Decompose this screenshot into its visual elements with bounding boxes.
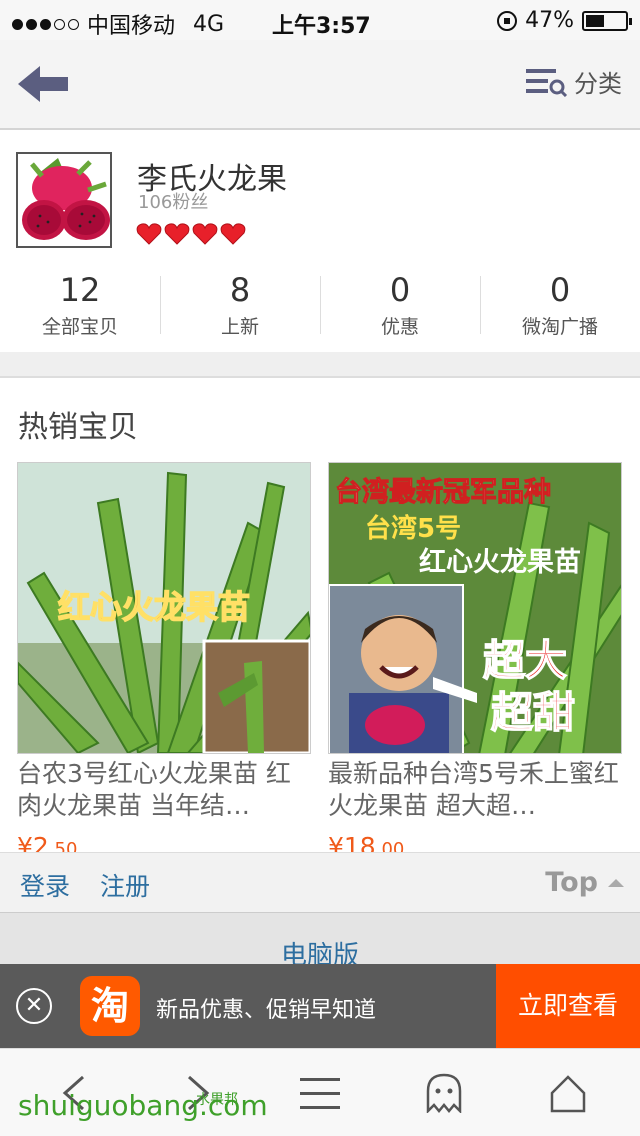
product-card[interactable]: 红心火龙果苗 台农3号红心火龙果苗 红肉火龙果苗 当年结… ¥2.50 — [17, 462, 311, 852]
dragon-fruit-image — [18, 154, 110, 246]
heart-icon — [192, 223, 218, 245]
product-card[interactable]: 台湾最新冠军品种 台湾5号 红心火龙果苗 超大 超甜 最新品种台湾5号禾上蜜红火… — [328, 462, 622, 852]
hot-items-section: 热销宝贝 红心火龙果苗 台农3号红心火龙果苗 红肉火龙果苗 当年结… ¥2.50… — [0, 376, 640, 852]
close-icon[interactable]: ✕ — [16, 988, 52, 1024]
stat-all-items[interactable]: 12 全部宝贝 — [0, 270, 160, 340]
login-link[interactable]: 登录 — [20, 867, 70, 903]
register-link[interactable]: 注册 — [100, 867, 150, 903]
price-decimal: .50 — [48, 839, 78, 852]
category-label: 分类 — [574, 70, 622, 98]
price-decimal: .00 — [375, 839, 405, 852]
image-caption-seedling: 红心火龙果苗 — [419, 546, 581, 578]
battery-percent: 47% — [525, 8, 574, 33]
product-price: ¥2.50 — [17, 832, 311, 852]
image-caption-big: 超大 — [483, 636, 567, 685]
image-caption-headline: 台湾最新冠军品种 — [335, 476, 551, 508]
stat-value: 8 — [229, 271, 251, 309]
footer-links: 登录 注册 Top — [0, 852, 640, 912]
tabs-button[interactable] — [418, 1067, 470, 1119]
back-to-top-button[interactable]: Top — [545, 867, 624, 898]
heart-icon — [136, 223, 162, 245]
stat-label: 全部宝贝 — [41, 316, 118, 338]
price-main: ¥18 — [328, 832, 376, 852]
clock: 上午3:57 — [272, 14, 371, 39]
menu-button[interactable] — [294, 1067, 346, 1119]
network-label: 4G — [193, 11, 225, 37]
product-title[interactable]: 台农3号红心火龙果苗 红肉火龙果苗 当年结… — [17, 758, 311, 822]
back-arrow-icon — [18, 66, 68, 102]
section-title: 热销宝贝 — [18, 410, 138, 445]
product-image[interactable]: 红心火龙果苗 — [17, 462, 311, 754]
app-download-banner: ✕ 淘 新品优惠、促销早知道 立即查看 — [0, 964, 640, 1048]
shop-logo[interactable] — [16, 152, 112, 248]
stat-label: 上新 — [220, 316, 259, 338]
shop-header: 李氏火龙果 106粉丝 12 全部宝贝 8 上新 0 优惠 0 微淘广播 — [0, 130, 640, 352]
status-right: 47% — [497, 8, 632, 33]
product-image-caption: 红心火龙果苗 — [58, 588, 250, 626]
status-bar: 中国移动 4G 上午3:57 47% — [0, 0, 640, 40]
nav-bar: 分类 — [0, 40, 640, 130]
home-button[interactable] — [542, 1067, 594, 1119]
stat-label: 优惠 — [380, 316, 419, 338]
stat-label: 微淘广播 — [521, 316, 598, 338]
cactus-seedling-image: 红心火龙果苗 — [18, 463, 310, 753]
signal-icon — [12, 18, 79, 30]
stat-discounts[interactable]: 0 优惠 — [320, 270, 480, 340]
banner-text: 新品优惠、促销早知道 — [156, 998, 377, 1023]
image-caption-sweet: 超甜 — [491, 688, 575, 737]
price-main: ¥2 — [17, 832, 49, 852]
status-left: 中国移动 4G — [12, 8, 224, 40]
stat-value: 0 — [549, 271, 571, 309]
home-icon — [550, 1075, 586, 1113]
rotation-lock-icon — [497, 10, 518, 31]
taobao-logo: 淘 — [80, 976, 140, 1036]
view-now-button[interactable]: 立即查看 — [496, 964, 640, 1048]
product-price: ¥18.00 — [328, 832, 622, 852]
back-button[interactable] — [18, 64, 70, 104]
product-image[interactable]: 台湾最新冠军品种 台湾5号 红心火龙果苗 超大 超甜 — [328, 462, 622, 754]
menu-icon — [300, 1078, 340, 1109]
stat-value: 12 — [59, 271, 101, 309]
battery-icon — [582, 10, 632, 31]
carrier-label: 中国移动 — [87, 14, 176, 39]
browser-toolbar: shuiguobang.com 水果邦 — [0, 1048, 640, 1136]
site-watermark-cn: 水果邦 — [196, 1092, 238, 1108]
category-button[interactable]: 分类 — [526, 64, 622, 99]
heart-icon — [220, 223, 246, 245]
product-title[interactable]: 最新品种台湾5号禾上蜜红火龙果苗 超大超… — [328, 758, 622, 822]
ghost-tabs-icon — [426, 1073, 462, 1113]
shop-rating-hearts — [136, 222, 246, 246]
stat-broadcast[interactable]: 0 微淘广播 — [480, 270, 640, 340]
stat-new-items[interactable]: 8 上新 — [160, 270, 320, 340]
list-search-icon — [526, 68, 568, 97]
shop-fans-count: 106粉丝 — [138, 192, 209, 213]
top-label: Top — [545, 867, 598, 898]
pc-version-strip: 电脑版 — [0, 912, 640, 971]
stat-value: 0 — [389, 271, 411, 309]
heart-icon — [164, 223, 190, 245]
caret-up-icon — [608, 878, 624, 887]
shop-stats: 12 全部宝贝 8 上新 0 优惠 0 微淘广播 — [0, 270, 640, 340]
image-caption-variety: 台湾5号 — [365, 513, 461, 544]
child-dragon-fruit-image: 台湾最新冠军品种 台湾5号 红心火龙果苗 超大 超甜 — [329, 463, 621, 753]
